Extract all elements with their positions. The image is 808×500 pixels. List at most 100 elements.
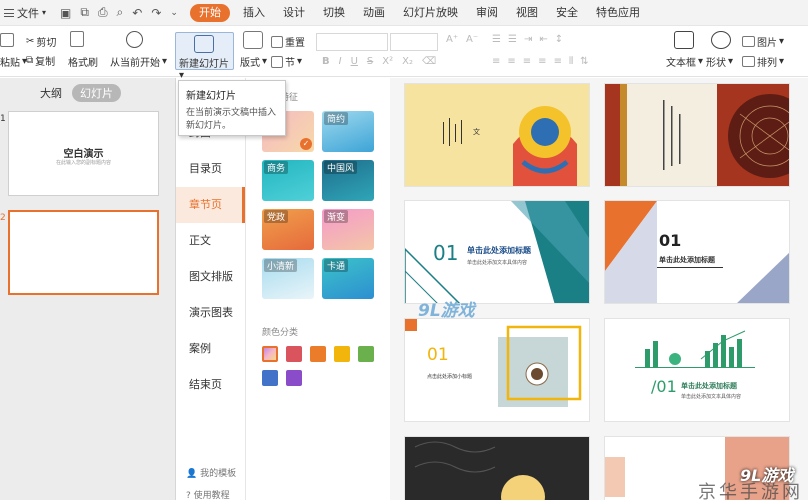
style-tile-party[interactable]: 党政 bbox=[262, 209, 314, 250]
layout-icon[interactable] bbox=[243, 31, 263, 49]
style-tile-business[interactable]: 商务 bbox=[262, 160, 314, 201]
slide-thumbnail-selected[interactable] bbox=[8, 210, 159, 295]
columns-icon[interactable]: ⫴ bbox=[569, 56, 573, 67]
chevron-down-icon: ▾ bbox=[42, 8, 47, 17]
redo-icon[interactable]: ↷ bbox=[151, 6, 161, 20]
tab-5[interactable]: 幻灯片放映 bbox=[394, 0, 467, 26]
font-size-select[interactable] bbox=[390, 33, 438, 51]
font-shrink-icon[interactable]: A⁻ bbox=[466, 34, 478, 45]
tab-2[interactable]: 设计 bbox=[274, 0, 314, 26]
color-swatch-red[interactable] bbox=[286, 346, 302, 362]
tab-6[interactable]: 审阅 bbox=[467, 0, 507, 26]
category-item[interactable]: 章节页 bbox=[176, 187, 245, 223]
underline-icon[interactable]: U bbox=[351, 56, 358, 67]
slide-number: 1 bbox=[0, 114, 6, 124]
category-item[interactable]: 演示图表 bbox=[176, 295, 245, 331]
align-right-icon[interactable]: ≡ bbox=[523, 56, 531, 67]
tutorial-link[interactable]: ? 使用教程 bbox=[186, 488, 230, 500]
outdent-icon[interactable]: ⇤ bbox=[539, 34, 547, 45]
color-swatch-gradient[interactable] bbox=[262, 346, 278, 362]
style-tile-gradient[interactable]: 渐变 bbox=[322, 209, 374, 250]
superscript-icon[interactable]: X² bbox=[382, 56, 393, 67]
tab-0[interactable]: 开始 bbox=[189, 3, 230, 22]
file-menu[interactable]: 文件 ▾ bbox=[0, 0, 52, 26]
preview-icon[interactable]: ⌕ bbox=[117, 5, 124, 20]
tab-8[interactable]: 安全 bbox=[547, 0, 587, 26]
line-spacing-icon[interactable]: ↕ bbox=[555, 34, 563, 45]
tab-slides[interactable]: 幻灯片 bbox=[72, 84, 121, 102]
indent-icon[interactable]: ⇥ bbox=[524, 34, 532, 45]
tab-1[interactable]: 插入 bbox=[234, 0, 274, 26]
slide-subtitle: 在此输入您的副标题内容 bbox=[55, 160, 111, 166]
font-grow-icon[interactable]: A⁺ bbox=[446, 34, 458, 45]
format-painter-button[interactable]: 格式刷 bbox=[68, 54, 98, 69]
template-card[interactable]: 01 点击此处添加小标题 bbox=[404, 318, 590, 422]
style-tile-simple[interactable]: 简约 bbox=[322, 111, 374, 152]
style-tile-fresh[interactable]: 小清新 bbox=[262, 258, 314, 299]
textbox-button[interactable]: 文本框 ▾ bbox=[666, 54, 703, 69]
my-templates-link[interactable]: 👤 我的模板 bbox=[186, 466, 236, 479]
number-list-icon[interactable]: ☰ bbox=[508, 34, 517, 45]
distribute-icon[interactable]: ≡ bbox=[554, 56, 562, 67]
color-swatch-yellow[interactable] bbox=[334, 346, 350, 362]
play-icon[interactable] bbox=[126, 31, 143, 48]
align-center-icon[interactable]: ≡ bbox=[507, 56, 515, 67]
color-swatch-purple[interactable] bbox=[286, 370, 302, 386]
color-swatch-orange[interactable] bbox=[310, 346, 326, 362]
template-card[interactable] bbox=[404, 436, 590, 500]
strike-icon[interactable]: S bbox=[367, 56, 373, 67]
align-left-icon[interactable]: ≡ bbox=[492, 56, 500, 67]
clear-format-icon[interactable]: ⌫ bbox=[422, 56, 436, 67]
tab-9[interactable]: 特色应用 bbox=[587, 0, 649, 26]
color-swatch-green[interactable] bbox=[358, 346, 374, 362]
tooltip-description: 在当前演示文稿中插入新幻灯片。 bbox=[186, 108, 277, 131]
text-direction-icon[interactable]: ⇅ bbox=[580, 56, 588, 67]
ribbon-toolbar: 粘贴 ▾ ✂ 剪切 ⧉ 复制 格式刷 从当前开始 ▾ 新建幻灯片▾ 版式 ▾ 重置 节 ▾ … bbox=[0, 27, 808, 81]
new-slide-button[interactable]: 新建幻灯片▾ bbox=[175, 32, 234, 81]
copy-button[interactable]: ⧉ 复制 bbox=[26, 53, 55, 68]
template-card[interactable]: /01 单击此处添加标题 单击此处添加文本具体内容 bbox=[604, 318, 790, 422]
textbox-icon[interactable] bbox=[674, 31, 694, 49]
bold-icon[interactable]: B bbox=[322, 56, 330, 67]
picture-button[interactable]: 图片 ▾ bbox=[742, 34, 784, 49]
slide-thumbnail[interactable]: 空白演示 在此输入您的副标题内容 bbox=[8, 111, 159, 196]
export-icon[interactable]: ⧉ bbox=[80, 5, 89, 20]
category-item[interactable]: 目录页 bbox=[176, 151, 245, 187]
style-tile-cartoon[interactable]: 卡通 bbox=[322, 258, 374, 299]
slide-number: 2 bbox=[0, 213, 6, 223]
save-icon[interactable]: ▣ bbox=[60, 6, 71, 20]
category-item[interactable]: 正文 bbox=[176, 223, 245, 259]
tab-outline[interactable]: 大纲 bbox=[40, 85, 62, 101]
reset-button[interactable]: 重置 bbox=[271, 34, 305, 49]
category-item[interactable]: 图文排版 bbox=[176, 259, 245, 295]
color-swatch-blue[interactable] bbox=[262, 370, 278, 386]
subscript-icon[interactable]: X₂ bbox=[402, 56, 413, 67]
section-button[interactable]: 节 ▾ bbox=[271, 54, 302, 69]
tab-7[interactable]: 视图 bbox=[507, 0, 547, 26]
arrange-button[interactable]: 排列 ▾ bbox=[742, 54, 784, 69]
template-card[interactable]: 文 bbox=[404, 83, 590, 187]
paste-button[interactable] bbox=[0, 33, 14, 47]
undo-icon[interactable]: ↶ bbox=[132, 6, 142, 20]
start-from-current-button[interactable]: 从当前开始 ▾ bbox=[110, 54, 167, 69]
italic-icon[interactable]: I bbox=[339, 56, 342, 67]
bullet-list-icon[interactable]: ☰ bbox=[492, 34, 501, 45]
tab-4[interactable]: 动画 bbox=[354, 0, 394, 26]
template-card[interactable]: 01 单击此处添加标题 bbox=[604, 200, 790, 304]
style-tile-chinese[interactable]: 中国风 bbox=[322, 160, 374, 201]
justify-icon[interactable]: ≡ bbox=[538, 56, 546, 67]
shape-button[interactable]: 形状 ▾ bbox=[706, 54, 733, 69]
print-icon[interactable]: ⎙ bbox=[98, 5, 108, 20]
paste-label-button[interactable]: 粘贴 ▾ bbox=[0, 54, 27, 69]
category-item[interactable]: 结束页 bbox=[176, 367, 245, 403]
font-family-select[interactable] bbox=[316, 33, 388, 51]
category-item[interactable]: 案例 bbox=[176, 331, 245, 367]
cut-button[interactable]: ✂ 剪切 bbox=[26, 34, 56, 49]
format-painter-icon[interactable] bbox=[70, 31, 84, 47]
customize-icon[interactable]: ⌄ bbox=[170, 8, 178, 18]
template-card[interactable] bbox=[604, 83, 790, 187]
tab-3[interactable]: 切换 bbox=[314, 0, 354, 26]
template-card[interactable]: 01 单击此处添加标题 单击此处添加文本具体内容 bbox=[404, 200, 590, 304]
layout-button[interactable]: 版式 ▾ bbox=[240, 54, 267, 69]
shape-icon[interactable] bbox=[711, 31, 731, 49]
